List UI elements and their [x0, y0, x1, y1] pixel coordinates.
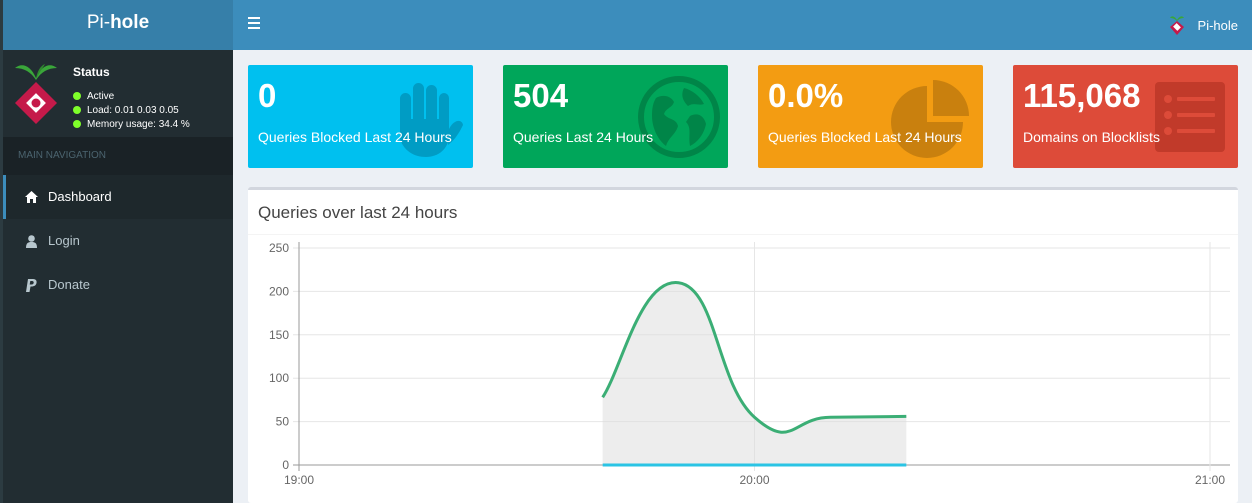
- sidebar-item-donate[interactable]: Donate: [3, 263, 233, 307]
- stat-box-percent-blocked: 0.0% Queries Blocked Last 24 Hours: [758, 65, 983, 168]
- x-tick-label: 21:00: [1195, 473, 1225, 487]
- brand-prefix: Pi-: [86, 12, 111, 33]
- stat-value: 115,068: [1023, 77, 1141, 114]
- sidebar-toggle-icon[interactable]: [248, 17, 260, 31]
- status-memory-text: Memory usage: 34.4 %: [87, 119, 190, 130]
- list-icon: [1155, 82, 1225, 152]
- top-navbar: Pi-hole: [233, 0, 1252, 50]
- top-user-menu[interactable]: Pi-hole: [1168, 0, 1238, 50]
- main-navigation-header: MAIN NAVIGATION: [3, 137, 233, 175]
- paypal-icon: [24, 278, 38, 292]
- y-tick-label: 250: [269, 241, 289, 255]
- status-memory: Memory usage: 34.4 %: [73, 118, 190, 132]
- status-active-dot-icon: [73, 92, 81, 100]
- status-title: Status: [73, 65, 110, 79]
- stat-box-blocked: 0 Queries Blocked Last 24 Hours: [248, 65, 473, 168]
- status-memory-dot-icon: [73, 120, 81, 128]
- stat-label: Queries Blocked Last 24 Hours: [258, 129, 452, 145]
- y-tick-label: 200: [269, 284, 289, 298]
- brand-logo[interactable]: Pi-hole: [3, 0, 233, 50]
- pihole-logo-icon: [15, 64, 57, 124]
- sidebar-item-label: Dashboard: [48, 189, 112, 204]
- stat-value: 0: [258, 77, 277, 114]
- y-tick-label: 0: [282, 458, 289, 472]
- stat-value: 504: [513, 77, 569, 114]
- status-active-text: Active: [87, 91, 115, 102]
- status-load: Load: 0.01 0.03 0.05: [73, 104, 190, 118]
- queries-chart-card: Queries over last 24 hours 0 50 100 150 200 2…: [248, 187, 1238, 503]
- stat-value: 0.0%: [768, 77, 844, 114]
- y-tick-label: 50: [276, 415, 290, 429]
- pie-chart-icon: [891, 80, 969, 158]
- sidebar-item-login[interactable]: Login: [3, 219, 233, 263]
- queries-chart: 0 50 100 150 200 250 19:00 20:00 21:00: [269, 241, 1230, 487]
- brand-suffix: hole: [110, 12, 150, 33]
- sidebar: Status Active Load: 0.01 0.03 0.05 Memor…: [3, 50, 233, 503]
- y-tick-label: 150: [269, 328, 289, 342]
- status-panel: Status Active Load: 0.01 0.03 0.05 Memor…: [3, 50, 233, 137]
- status-lines: Active Load: 0.01 0.03 0.05 Memory usage…: [73, 90, 190, 132]
- status-load-text: Load: 0.01 0.03 0.05: [87, 105, 179, 116]
- stat-box-queries: 504 Queries Last 24 Hours: [503, 65, 728, 168]
- raspberry-icon: [1169, 16, 1184, 35]
- user-icon: [24, 234, 38, 248]
- x-tick-label: 19:00: [284, 473, 314, 487]
- stat-box-domains: 115,068 Domains on Blocklists: [1013, 65, 1238, 168]
- hand-icon: [400, 83, 463, 157]
- sidebar-item-label: Donate: [48, 277, 90, 292]
- sidebar-item-dashboard[interactable]: Dashboard: [3, 175, 233, 219]
- stat-label: Queries Last 24 Hours: [513, 129, 654, 145]
- status-active: Active: [73, 90, 190, 104]
- stat-label: Queries Blocked Last 24 Hours: [768, 129, 962, 145]
- x-tick-label: 20:00: [739, 473, 769, 487]
- status-load-dot-icon: [73, 106, 81, 114]
- home-icon: [24, 191, 38, 204]
- stat-label: Domains on Blocklists: [1023, 129, 1160, 145]
- globe-icon: [638, 76, 720, 158]
- sidebar-item-label: Login: [48, 233, 80, 248]
- top-user-label: Pi-hole: [1197, 17, 1238, 33]
- y-tick-label: 100: [269, 371, 289, 385]
